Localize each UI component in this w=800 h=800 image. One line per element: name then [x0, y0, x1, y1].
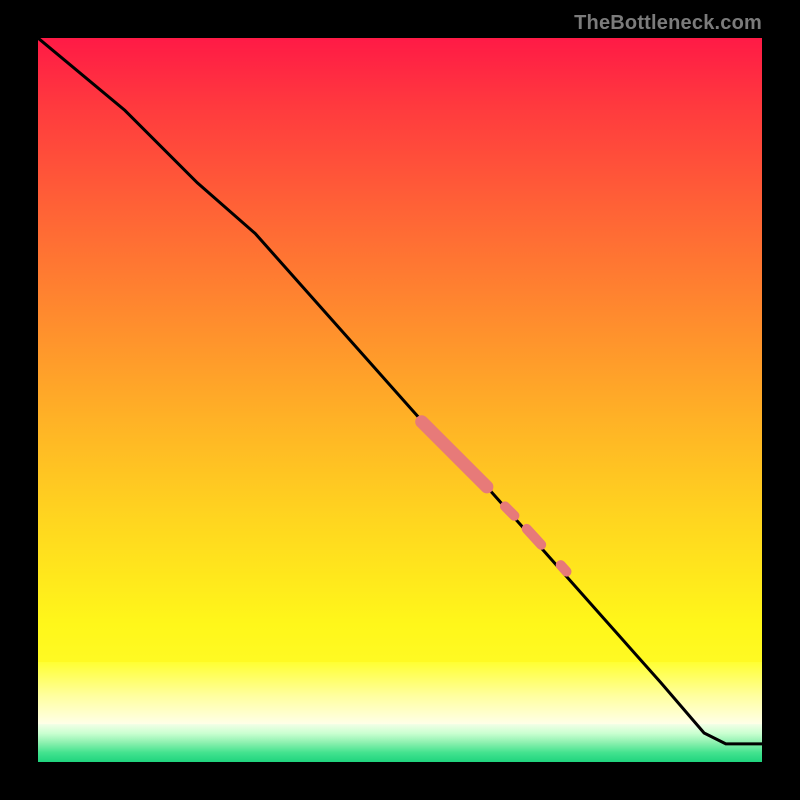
chart-container: TheBottleneck.com [0, 0, 800, 800]
highlight-segment-2 [527, 529, 542, 545]
attribution-label: TheBottleneck.com [574, 12, 762, 35]
plot-area [38, 38, 762, 762]
curve-layer [38, 38, 762, 762]
highlight-segment-1 [505, 506, 514, 515]
highlight-segment-0 [422, 422, 487, 487]
highlight-segment-3 [561, 565, 567, 572]
main-curve [38, 38, 762, 744]
